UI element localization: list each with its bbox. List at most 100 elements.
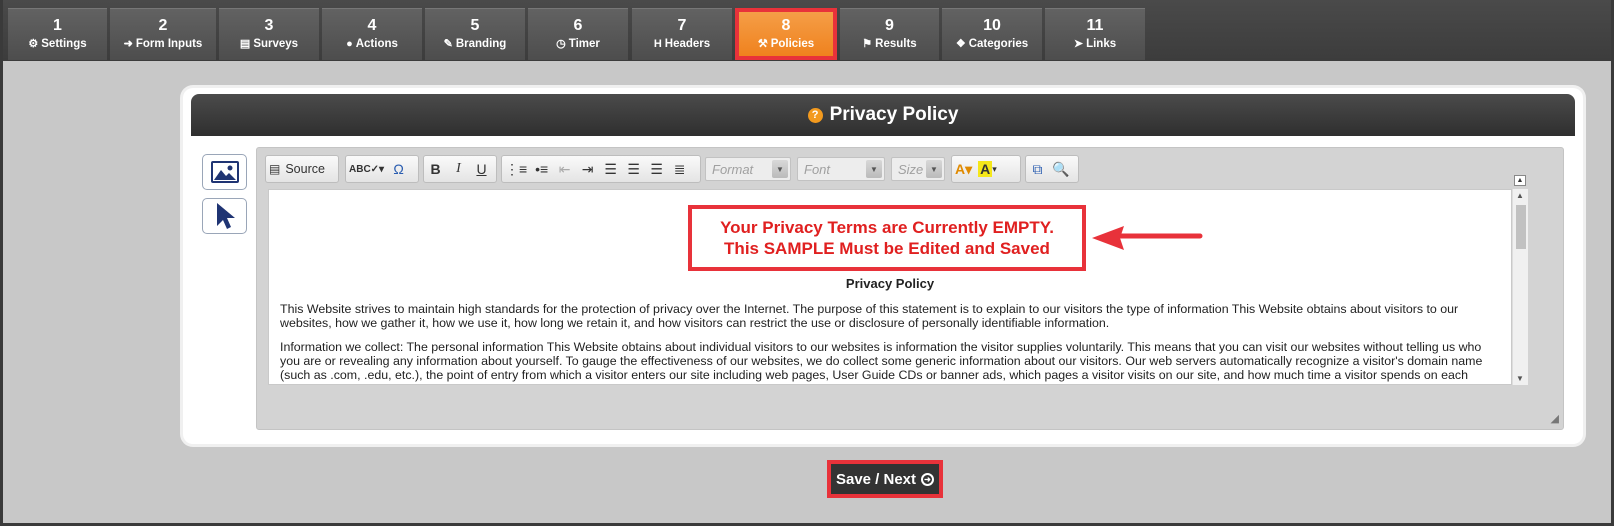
size-placeholder: Size [898, 161, 924, 177]
document-icon: ▤ [269, 162, 281, 176]
tab-results[interactable]: 9 ⚑ Results [840, 8, 939, 60]
save-next-label: Save / Next [835, 470, 917, 488]
tab-label: Branding [455, 38, 507, 50]
tab-label: Headers [664, 38, 711, 50]
gear-icon: ⚙ [28, 38, 39, 50]
user-icon: ● [346, 38, 353, 50]
tab-categories[interactable]: 10 ❖ Categories [942, 8, 1042, 60]
tab-headers[interactable]: 7 H Headers [632, 8, 732, 60]
bold-button[interactable]: B [424, 156, 447, 182]
align-left-button[interactable]: ☰ [599, 156, 622, 182]
spellcheck-button[interactable]: ABC✓▾ [346, 156, 387, 182]
italic-button[interactable]: I [447, 156, 470, 182]
insert-image-button[interactable] [202, 154, 247, 190]
text-color-icon: A▾ [955, 160, 973, 177]
tab-number: 6 [573, 17, 583, 34]
align-center-button[interactable]: ☰ [622, 156, 645, 182]
tab-label: Timer [568, 38, 600, 50]
maximize-icon: ▲ [1516, 177, 1524, 184]
tab-number: 9 [885, 17, 894, 34]
scroll-down-icon[interactable]: ▼ [1516, 374, 1524, 383]
editor-toolbar: ▤ Source ABC✓▾ Ω B I U ⋮≡ •≡ ⇤ ⇥ ☰ ☰ ☰ ≣… [265, 155, 1555, 183]
tab-label: Categories [968, 38, 1029, 50]
header-icon: H [653, 38, 662, 50]
scroll-up-icon[interactable]: ▲ [1516, 191, 1524, 200]
chevron-down-icon: ▼ [866, 160, 882, 178]
tab-number: 4 [367, 17, 377, 34]
tab-number: 5 [470, 17, 480, 34]
size-select[interactable]: Size ▼ [891, 157, 945, 181]
source-label: Source [285, 162, 325, 176]
font-placeholder: Font [804, 161, 831, 177]
tab-number: 2 [158, 17, 168, 34]
chevron-down-icon: ▼ [926, 160, 942, 178]
tab-policies[interactable]: 8 ⚒ Policies [735, 8, 837, 60]
tab-label: Links [1086, 38, 1117, 50]
tab-links[interactable]: 11 ➤ Links [1045, 8, 1145, 60]
gavel-icon: ⚒ [757, 38, 768, 50]
tab-surveys[interactable]: 3 ▤ Surveys [219, 8, 319, 60]
bold-icon: B [430, 161, 441, 177]
maximize-button[interactable]: ▲ [1514, 175, 1526, 186]
italic-icon: I [456, 161, 461, 176]
tab-number: 8 [781, 17, 791, 34]
tab-form-inputs[interactable]: 2 ➜ Form Inputs [110, 8, 216, 60]
brush-icon: ✎ [443, 38, 453, 50]
scroll-thumb[interactable] [1516, 205, 1526, 249]
spellcheck-icon: ABC✓▾ [349, 163, 385, 175]
font-select[interactable]: Font ▼ [797, 157, 885, 181]
select-pointer-button[interactable] [202, 198, 247, 234]
preview-button[interactable]: 🔍 [1049, 156, 1072, 182]
tab-number: 3 [264, 17, 274, 34]
rich-text-editor: ▤ Source ABC✓▾ Ω B I U ⋮≡ •≡ ⇤ ⇥ ☰ ☰ ☰ ≣… [256, 147, 1564, 430]
red-arrow-icon [1092, 226, 1203, 250]
special-char-button[interactable]: Ω [387, 156, 410, 182]
notice-line-2: This SAMPLE Must be Edited and Saved [724, 239, 1050, 258]
outdent-button[interactable]: ⇤ [553, 156, 576, 182]
tab-number: 1 [53, 17, 62, 34]
background-color-button[interactable]: A ▾ [975, 156, 1000, 182]
sign-in-icon: ➜ [123, 38, 133, 50]
editor-content-area[interactable]: Your Privacy Terms are Currently EMPTY. … [268, 189, 1512, 385]
underline-icon: U [476, 161, 487, 177]
tab-number: 10 [983, 17, 1001, 34]
tab-timer[interactable]: 6 ◷ Timer [528, 8, 628, 60]
editor-scrollbar[interactable]: ▲ ▼ [1512, 189, 1528, 385]
policy-paragraph-intro: This Website strives to maintain high st… [280, 302, 1459, 330]
numbered-list-icon: ⋮≡ [505, 160, 528, 177]
highlight-color-icon: A [978, 161, 993, 177]
resize-handle-icon[interactable]: ◢ [1551, 412, 1559, 425]
image-icon [210, 161, 239, 183]
text-color-button[interactable]: A▾ [952, 156, 975, 182]
underline-button[interactable]: U [470, 156, 493, 182]
show-blocks-button[interactable]: ⧉ [1026, 156, 1049, 182]
page-title: Privacy Policy [829, 104, 959, 125]
source-button[interactable]: ▤ Source [266, 156, 328, 182]
bullet-list-icon: •≡ [535, 161, 549, 177]
numbered-list-button[interactable]: ⋮≡ [502, 156, 530, 182]
step-tab-bar: 1 ⚙ Settings 2 ➜ Form Inputs 3 ▤ Surveys 4 … [0, 0, 1614, 61]
tab-settings[interactable]: 1 ⚙ Settings [8, 8, 107, 60]
justify-icon: ≣ [673, 160, 686, 177]
tab-number: 7 [677, 17, 687, 34]
indent-button[interactable]: ⇥ [576, 156, 599, 182]
tab-branding[interactable]: 5 ✎ Branding [425, 8, 525, 60]
tab-actions[interactable]: 4 ● Actions [322, 8, 422, 60]
help-icon[interactable]: ? [807, 107, 823, 123]
flag-icon: ⚑ [862, 38, 873, 50]
cubes-icon: ❖ [955, 38, 966, 50]
tab-label: Results [875, 38, 917, 50]
justify-button[interactable]: ≣ [668, 156, 691, 182]
align-center-icon: ☰ [627, 160, 640, 177]
align-right-button[interactable]: ☰ [645, 156, 668, 182]
bullet-list-button[interactable]: •≡ [530, 156, 553, 182]
save-next-button[interactable]: Save / Next ➜ [827, 460, 943, 498]
table-icon: ▤ [239, 38, 251, 50]
tab-label: Form Inputs [135, 38, 203, 50]
clock-icon: ◷ [556, 38, 566, 50]
align-left-icon: ☰ [604, 160, 617, 177]
format-select[interactable]: Format ▼ [705, 157, 791, 181]
chevron-down-icon: ▾ [992, 163, 997, 174]
tab-number: 11 [1086, 17, 1104, 34]
tab-label: Actions [355, 38, 398, 50]
